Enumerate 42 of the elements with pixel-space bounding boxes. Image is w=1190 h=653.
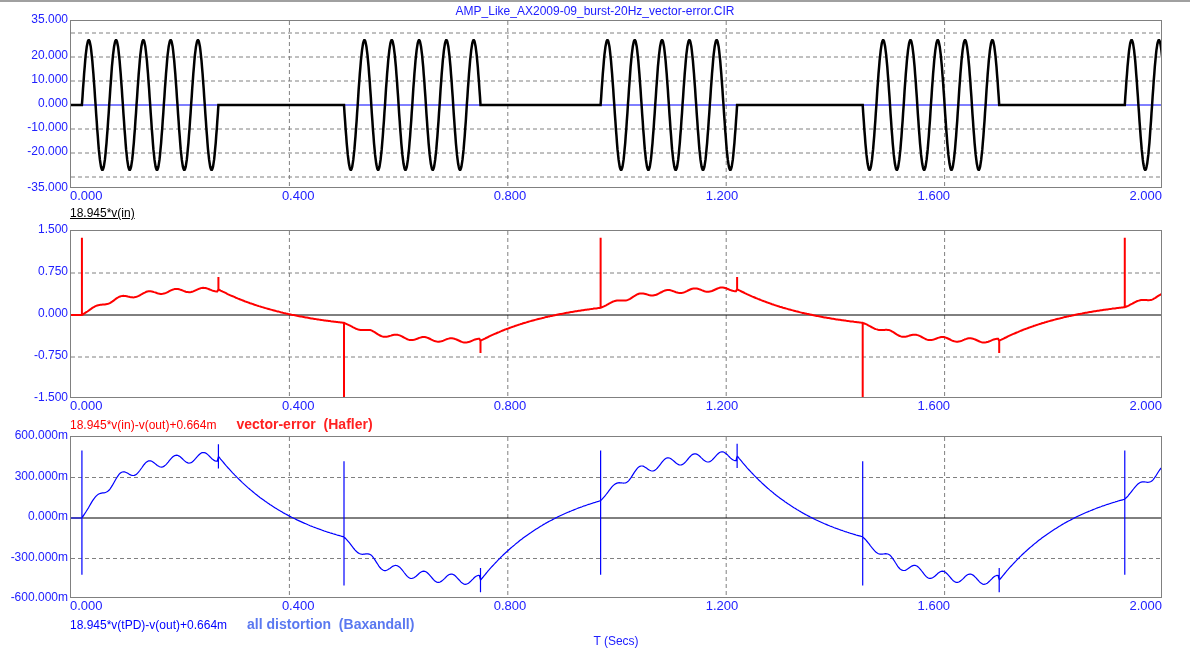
x-axis-label: 1.200 xyxy=(705,188,739,204)
x-axis-label: 0.400 xyxy=(281,598,315,614)
trace-caption: all distortion (Baxandall) xyxy=(247,615,415,634)
x-axis-label: 0.800 xyxy=(493,188,527,204)
y-axis-label: 0.750 xyxy=(37,264,68,278)
trace-caption: vector-error (Hafler) xyxy=(236,415,373,434)
x-axis-label: 1.200 xyxy=(705,398,739,414)
x-axis-label: 2.000 xyxy=(1129,188,1162,204)
x-axis-label: 2.000 xyxy=(1129,398,1162,414)
y-axis-label: -35.000 xyxy=(27,180,68,194)
x-axis-label: 0.000 xyxy=(70,398,103,414)
x-axis-label: 0.800 xyxy=(493,398,527,414)
y-axis-label: 20.000 xyxy=(31,48,68,62)
y-axis-label: -600.000m xyxy=(10,590,68,604)
y-axis-label: 300.000m xyxy=(14,468,68,483)
x-axis-label: 1.600 xyxy=(917,188,951,204)
x-axis-label: 0.400 xyxy=(281,188,315,204)
x-axis-title: T (Secs) xyxy=(593,633,639,650)
plot-title: AMP_Like_AX2009-09_burst-20Hz_vector-error.CIR xyxy=(455,3,735,20)
x-axis-label: 0.800 xyxy=(493,598,527,614)
x-axis-label: 1.600 xyxy=(917,598,951,614)
x-axis-label: 0.000 xyxy=(70,188,103,204)
x-axis-label: 0.400 xyxy=(281,398,315,414)
y-axis-label: -0.750 xyxy=(33,348,68,362)
x-axis-label: 2.000 xyxy=(1129,598,1162,614)
y-axis-label: -300.000m xyxy=(10,549,68,564)
y-axis-label: -20.000 xyxy=(27,144,68,158)
y-axis-label: 35.000 xyxy=(31,12,68,26)
y-axis-label: 1.500 xyxy=(37,222,68,236)
x-axis-label: 1.600 xyxy=(917,398,951,414)
trace-label[interactable]: 18.945*v(in) xyxy=(70,204,135,222)
trace-label[interactable]: 18.945*v(tPD)-v(out)+0.664m xyxy=(70,616,228,634)
y-axis-label: 0.000 xyxy=(37,96,68,110)
y-axis-label: -1.500 xyxy=(33,390,68,404)
x-axis-label: 0.000 xyxy=(70,598,103,614)
y-axis-label: -10.000 xyxy=(27,120,68,134)
trace-label[interactable]: 18.945*v(in)-v(out)+0.664m xyxy=(70,416,217,434)
y-axis-label: 0.000 xyxy=(37,306,68,320)
y-axis-label: 0.000m xyxy=(27,509,68,523)
y-axis-label: 10.000 xyxy=(31,72,68,86)
x-axis-label: 1.200 xyxy=(705,598,739,614)
y-axis-label: 600.000m xyxy=(14,428,68,442)
